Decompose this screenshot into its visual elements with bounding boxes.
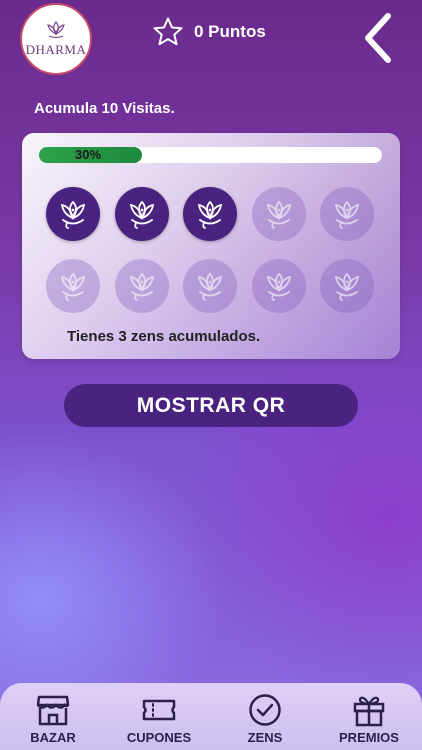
progress-bar: 30%	[39, 147, 382, 163]
progress-label: 30%	[75, 147, 102, 162]
logo-text: DHARMA	[25, 42, 87, 57]
tab-zens-label: ZENS	[247, 730, 283, 745]
check-circle-icon	[249, 694, 281, 726]
lotus-fish-icon	[129, 272, 154, 301]
tab-premios-label: PREMIOS	[339, 730, 399, 745]
app-header: DHARMA 0 Puntos	[0, 0, 422, 80]
stamp-filled	[46, 187, 100, 241]
chevron-left-icon	[365, 13, 391, 63]
bottom-tab-bar: BAZAR CUPONES ZENS PREMIOS	[0, 683, 422, 750]
lotus-fish-icon	[266, 272, 291, 301]
points-text: 0 Puntos	[194, 22, 266, 41]
tab-bazar[interactable]: BAZAR	[8, 693, 98, 745]
stamp-empty	[320, 187, 374, 241]
gift-icon	[353, 696, 385, 727]
stamp-empty	[183, 259, 237, 313]
back-button[interactable]	[360, 12, 396, 64]
stamp-filled	[114, 187, 169, 241]
stamp-filled	[183, 187, 237, 241]
store-icon	[36, 695, 70, 726]
tab-premios[interactable]: PREMIOS	[324, 693, 414, 745]
lotus-fish-icon	[129, 200, 154, 229]
stamp-empty	[46, 259, 100, 313]
lotus-fish-icon	[60, 272, 86, 301]
stamp-empty	[320, 259, 374, 313]
tab-cupones[interactable]: CUPONES	[114, 693, 204, 745]
stamp-empty	[251, 259, 306, 313]
show-qr-button[interactable]: MOSTRAR QR	[64, 384, 358, 427]
lotus-fish-icon	[334, 200, 360, 229]
stamp-empty	[114, 259, 169, 313]
lotus-logo-icon	[47, 20, 65, 39]
visits-goal-text: Acumula 10 Visitas.	[34, 100, 175, 117]
star-icon	[153, 17, 183, 46]
tab-bazar-label: BAZAR	[30, 730, 76, 745]
zens-count-text: Tienes 3 zens acumulados.	[67, 328, 261, 345]
lotus-fish-icon	[334, 272, 360, 301]
ticket-icon	[142, 699, 176, 721]
loyalty-card: 30% Tienes 3 zens acumulados.	[22, 133, 400, 359]
dharma-logo: DHARMA	[20, 3, 92, 75]
lotus-fish-icon	[197, 272, 223, 301]
tab-zens[interactable]: ZENS	[220, 693, 310, 745]
points-display[interactable]: 0 Puntos	[152, 16, 266, 48]
stamp-empty	[251, 187, 306, 241]
tab-cupones-label: CUPONES	[126, 730, 192, 745]
lotus-fish-icon	[60, 200, 86, 229]
lotus-fish-icon	[266, 200, 291, 229]
lotus-fish-icon	[197, 200, 223, 229]
